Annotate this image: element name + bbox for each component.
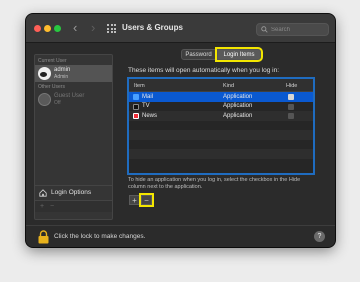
title-bar: ‹ › Users & Groups <box>26 14 335 43</box>
empty-row <box>129 149 313 159</box>
empty-row <box>129 130 313 140</box>
column-header-item[interactable]: Item <box>134 83 145 89</box>
table-row-mail[interactable]: Mail Application <box>129 92 313 102</box>
footer-bar: Click the lock to make changes. ? <box>26 225 335 247</box>
table-header: Item Kind Hide <box>129 79 313 92</box>
search-input[interactable] <box>271 25 326 35</box>
tv-icon <box>133 103 139 110</box>
remove-user-button[interactable]: − <box>50 203 54 210</box>
empty-row <box>129 159 313 169</box>
search-field[interactable] <box>256 23 329 36</box>
hide-checkbox[interactable] <box>288 103 294 110</box>
current-user-section-label: Current User <box>38 58 67 64</box>
tab-login-items[interactable]: Login Items <box>215 47 263 62</box>
users-sidebar: Current User admin Admin Other Users Gue… <box>34 54 113 220</box>
hide-hint-text: To hide an application when you log in, … <box>128 177 301 190</box>
add-user-button[interactable]: + <box>40 203 44 210</box>
item-name: News <box>142 112 158 119</box>
mail-icon <box>133 94 139 100</box>
lock-icon[interactable] <box>38 230 49 244</box>
login-items-description: These items will open automatically when… <box>128 67 280 74</box>
login-items-table[interactable]: Item Kind Hide Mail Application TV Appli… <box>127 77 315 175</box>
help-button[interactable]: ? <box>314 231 325 242</box>
table-row-news[interactable]: News Application <box>129 111 313 121</box>
add-login-item-button[interactable]: + <box>129 195 140 205</box>
user-status: Off <box>54 100 61 106</box>
item-kind: Application <box>223 103 253 109</box>
user-item-guest[interactable]: Guest User Off <box>35 91 112 108</box>
remove-login-item-button[interactable]: − <box>139 193 154 207</box>
tab-password[interactable]: Password <box>181 49 216 60</box>
avatar <box>38 93 51 106</box>
user-name: admin <box>54 67 71 73</box>
user-item-admin[interactable]: admin Admin <box>35 65 112 82</box>
login-options-item[interactable]: Login Options <box>35 185 112 199</box>
empty-row <box>129 140 313 150</box>
user-name: Guest User <box>54 93 85 99</box>
sidebar-toolbar: + − <box>35 200 112 212</box>
lock-message: Click the lock to make changes. <box>54 233 146 240</box>
hide-checkbox[interactable] <box>288 113 294 119</box>
table-row-tv[interactable]: TV Application <box>129 102 313 112</box>
zoom-window-button[interactable] <box>54 25 61 32</box>
other-users-section-label: Other Users <box>38 84 65 90</box>
hide-checkbox[interactable] <box>288 94 294 100</box>
house-icon <box>39 189 47 197</box>
show-all-grid-icon[interactable] <box>107 24 116 33</box>
column-header-hide[interactable]: Hide <box>286 83 297 89</box>
avatar <box>38 67 51 80</box>
item-name: Mail <box>142 93 154 100</box>
back-button[interactable]: ‹ <box>73 21 77 34</box>
item-name: TV <box>142 103 150 109</box>
close-window-button[interactable] <box>34 25 41 32</box>
empty-row <box>129 121 313 131</box>
item-kind: Application <box>223 112 253 119</box>
search-icon <box>261 26 268 33</box>
forward-button[interactable]: › <box>91 21 95 34</box>
system-preferences-window: ‹ › Users & Groups Current User admin Ad… <box>26 14 335 247</box>
login-options-label: Login Options <box>51 189 92 196</box>
window-title: Users & Groups <box>122 23 183 32</box>
user-role: Admin <box>54 74 69 80</box>
column-header-kind[interactable]: Kind <box>223 83 234 89</box>
item-kind: Application <box>223 93 253 100</box>
news-icon <box>133 113 139 119</box>
minimize-window-button[interactable] <box>44 25 51 32</box>
